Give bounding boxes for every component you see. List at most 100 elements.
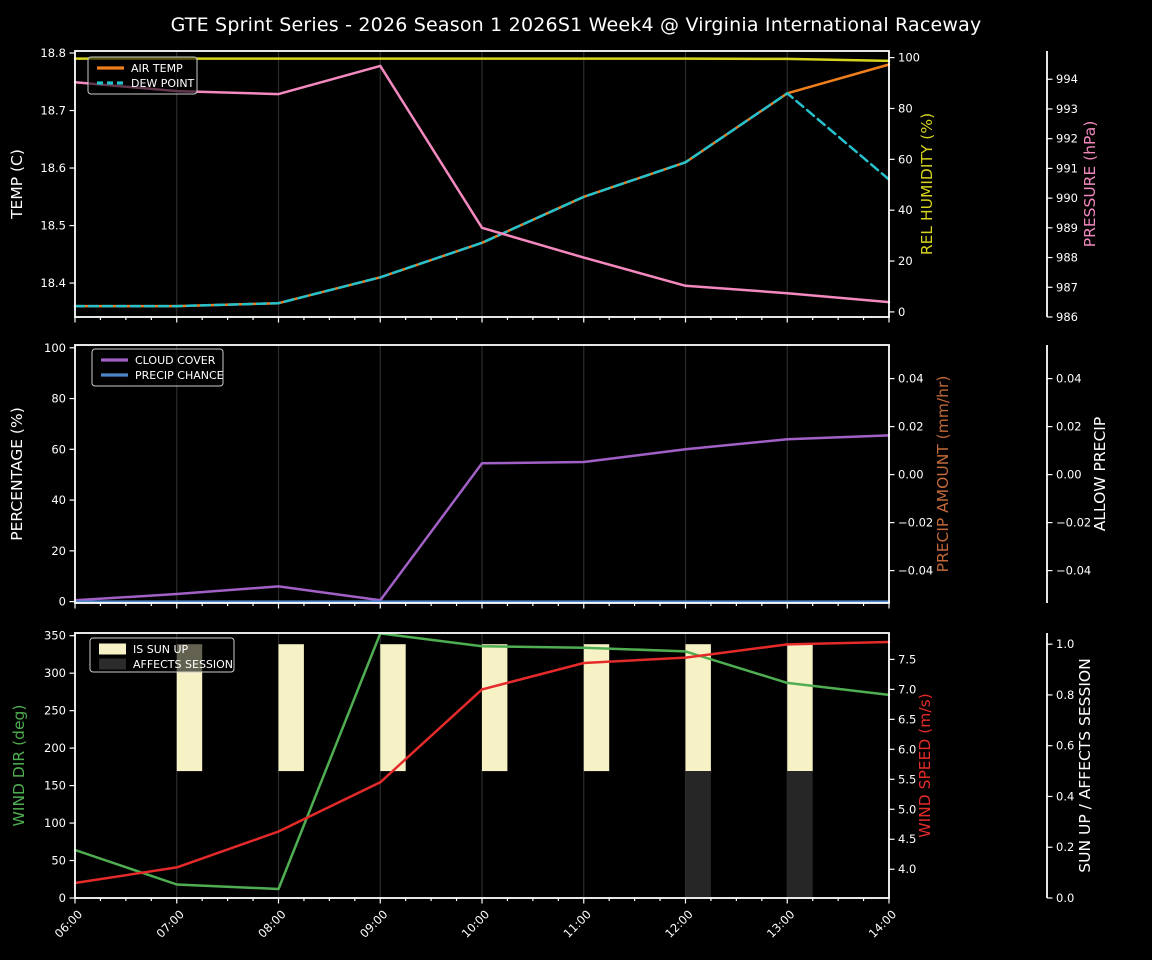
y-tick-label: 250 — [44, 704, 66, 718]
y-tick-label: 0.2 — [1056, 840, 1074, 854]
y-tick-label: 990 — [1056, 191, 1078, 205]
y-tick-label: 0.04 — [1056, 372, 1082, 386]
legend-swatch-is-sun-up — [99, 643, 126, 655]
y-tick-label: 7.0 — [898, 682, 916, 696]
y-tick-label: 0.6 — [1056, 739, 1074, 753]
axis-label-precip-amount-mm-hr: PRECIP AMOUNT (mm/hr) — [934, 376, 952, 573]
bar-affects-session — [787, 771, 813, 898]
figure: GTE Sprint Series - 2026 Season 1 2026S1… — [0, 0, 1152, 960]
bar-is-sun-up — [482, 644, 508, 772]
y-tick-label: 18.4 — [40, 276, 66, 290]
y-tick-label: 20 — [898, 254, 913, 268]
y-tick-label: −0.04 — [1056, 564, 1091, 578]
bar-affects-session — [685, 771, 711, 898]
y-tick-label: 60 — [51, 442, 66, 456]
y-tick-label: 4.0 — [898, 862, 916, 876]
y-tick-label: 0 — [59, 595, 66, 609]
y-tick-label: 100 — [44, 816, 66, 830]
y-tick-label: 18.8 — [40, 46, 66, 60]
y-tick-label: 7.5 — [898, 652, 916, 666]
x-tick-label: 10:00 — [459, 907, 492, 940]
axis-label-rel-humidity: REL HUMIDITY (%) — [918, 113, 936, 255]
axis-label-allow-precip: ALLOW PRECIP — [1091, 417, 1109, 531]
legend-label-affects-session: AFFECTS SESSION — [133, 658, 233, 671]
legend-wind: IS SUN UP AFFECTS SESSION — [89, 637, 235, 673]
x-tick-label: 08:00 — [255, 907, 288, 940]
legend-label-dew-point: DEW POINT — [131, 77, 195, 90]
bar-is-sun-up — [685, 644, 711, 772]
axis-label-temp-c: TEMP (C) — [8, 149, 26, 220]
chart-precipitation: 0 20 40 60 80 100 PERCENTAGE (%) 0.04 0.02 0.00 −0… — [8, 341, 1109, 609]
y-tick-label: 300 — [44, 666, 66, 680]
axis-label-pressure-hpa: PRESSURE (hPa) — [1081, 121, 1099, 248]
legend-label-air-temp: AIR TEMP — [131, 62, 183, 75]
y-tick-label: −0.02 — [1056, 516, 1091, 530]
weather-charts-svg: 18.4 18.5 18.6 18.7 18.8 TEMP (C) 0 20 40 60 80 100… — [8, 46, 1109, 941]
axis-label-wind-speed-m-s: WIND SPEED (m/s) — [916, 693, 934, 837]
y-tick-label: 987 — [1056, 280, 1078, 294]
y-tick-label: 150 — [44, 779, 66, 793]
y-tick-label: 80 — [51, 392, 66, 406]
legend-label-is-sun-up: IS SUN UP — [133, 643, 189, 656]
x-tick-label: 06:00 — [52, 907, 85, 940]
axis-label-wind-dir-deg: WIND DIR (deg) — [10, 705, 28, 827]
y-tick-label: 0.4 — [1056, 789, 1074, 803]
legend-precipitation: CLOUD COVER PRECIP CHANCE — [91, 348, 224, 387]
y-tick-label: 6.0 — [898, 742, 916, 756]
y-tick-label: 5.5 — [898, 772, 916, 786]
x-tick-label: 07:00 — [154, 907, 187, 940]
y-tick-label: 0.04 — [898, 372, 924, 386]
axis-label-sun-up-affects-session: SUN UP / AFFECTS SESSION — [1076, 658, 1094, 872]
y-tick-label: 0.00 — [1056, 468, 1082, 482]
y-tick-label: 6.5 — [898, 712, 916, 726]
y-tick-label: 350 — [44, 629, 66, 643]
y-tick-label: 0.0 — [1056, 891, 1074, 905]
y-tick-label: 1.0 — [1056, 637, 1074, 651]
bar-is-sun-up — [787, 644, 813, 772]
y-tick-label: 988 — [1056, 251, 1078, 265]
legend-label-precip-chance: PRECIP CHANCE — [135, 369, 224, 382]
x-tick-label: 14:00 — [866, 907, 899, 940]
x-tick-label: 13:00 — [764, 907, 797, 940]
y-tick-label: 0 — [59, 891, 66, 905]
y-tick-label: 60 — [898, 152, 913, 166]
y-tick-label: 989 — [1056, 221, 1078, 235]
chart-wind: 06:00 07:00 08:00 09:00 10:00 11:00 12:00 13:00… — [10, 629, 1094, 941]
y-tick-label: 100 — [898, 51, 920, 65]
x-tick-label: 12:00 — [662, 907, 695, 940]
y-tick-label: 991 — [1056, 161, 1078, 175]
y-tick-label: −0.04 — [898, 564, 933, 578]
chart-title: GTE Sprint Series - 2026 Season 1 2026S1… — [170, 14, 982, 36]
y-tick-label: 18.6 — [40, 161, 66, 175]
y-tick-label: 994 — [1056, 72, 1078, 86]
y-tick-label: 100 — [44, 341, 66, 355]
y-tick-label: 0 — [898, 305, 905, 319]
legend-swatch-affects-session — [99, 658, 126, 670]
chart-temperature: 18.4 18.5 18.6 18.7 18.8 TEMP (C) 0 20 40 60 80 100… — [8, 46, 1099, 324]
x-tick-label: 11:00 — [561, 907, 594, 940]
y-tick-label: −0.02 — [898, 516, 933, 530]
y-tick-label: 20 — [51, 544, 66, 558]
y-tick-label: 80 — [898, 101, 913, 115]
y-tick-label: 0.02 — [1056, 420, 1082, 434]
y-tick-label: 50 — [51, 854, 66, 868]
bar-is-sun-up — [380, 644, 406, 772]
y-tick-label: 992 — [1056, 132, 1078, 146]
y-tick-label: 986 — [1056, 310, 1078, 324]
y-tick-label: 40 — [51, 493, 66, 507]
legend-temperature: AIR TEMP DEW POINT — [87, 56, 198, 95]
bar-is-sun-up — [278, 644, 304, 772]
y-tick-label: 993 — [1056, 102, 1078, 116]
legend-label-cloud-cover: CLOUD COVER — [135, 354, 216, 367]
axis-label-percentage: PERCENTAGE (%) — [8, 407, 26, 541]
y-tick-label: 0.02 — [898, 420, 924, 434]
y-tick-label: 4.5 — [898, 832, 916, 846]
y-tick-label: 40 — [898, 203, 913, 217]
y-tick-label: 18.5 — [40, 219, 66, 233]
y-tick-label: 200 — [44, 741, 66, 755]
y-tick-label: 5.0 — [898, 802, 916, 816]
y-tick-label: 0.00 — [898, 468, 924, 482]
y-tick-label: 18.7 — [40, 104, 66, 118]
x-tick-label: 09:00 — [357, 907, 390, 940]
y-tick-label: 0.8 — [1056, 688, 1074, 702]
